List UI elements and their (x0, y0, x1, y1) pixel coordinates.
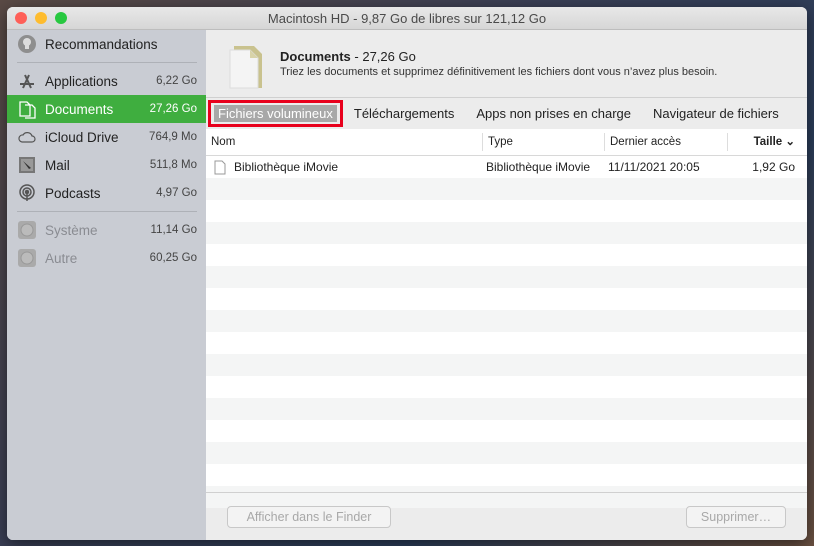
sidebar-item-mail[interactable]: Mail 511,8 Mo (7, 151, 206, 179)
lightbulb-icon (17, 34, 37, 54)
sidebar-item-recommandations[interactable]: Recommandations (7, 30, 206, 58)
empty-row (206, 310, 807, 332)
empty-row (206, 332, 807, 354)
zoom-button[interactable] (55, 12, 67, 24)
sidebar-item-applications[interactable]: Applications 6,22 Go (7, 67, 206, 95)
empty-row (206, 178, 807, 200)
divider (17, 62, 197, 63)
tab-bar: Fichiers volumineux Téléchargements Apps… (206, 98, 807, 128)
empty-row (206, 244, 807, 266)
empty-row (206, 398, 807, 420)
tab-fichiers-volumineux[interactable]: Fichiers volumineux (208, 99, 343, 127)
close-button[interactable] (15, 12, 27, 24)
window-title: Macintosh HD - 9,87 Go de libres sur 121… (267, 11, 547, 26)
tab-apps-non-prises-en-charge[interactable]: Apps non prises en charge (465, 106, 642, 121)
footer: Afficher dans le Finder Supprimer… (206, 492, 807, 540)
delete-button[interactable]: Supprimer… (686, 506, 786, 528)
show-in-finder-button[interactable]: Afficher dans le Finder (227, 506, 391, 528)
file-icon (214, 160, 226, 174)
empty-row (206, 288, 807, 310)
app-store-icon (17, 71, 37, 91)
divider (17, 211, 197, 212)
column-nom[interactable]: Nom (206, 133, 483, 151)
empty-row (206, 222, 807, 244)
empty-row (206, 442, 807, 464)
mail-icon (17, 155, 37, 175)
column-taille[interactable]: Taille ⌄ (728, 133, 807, 151)
podcasts-icon (17, 183, 37, 203)
empty-row (206, 354, 807, 376)
minimize-button[interactable] (35, 12, 47, 24)
disk-icon (17, 248, 37, 268)
disk-icon (17, 220, 37, 240)
document-icon (229, 46, 262, 89)
category-title: Documents (280, 49, 351, 64)
table-header: Nom Type Dernier accès Taille ⌄ (206, 129, 807, 156)
sidebar-item-icloud-drive[interactable]: iCloud Drive 764,9 Mo (7, 123, 206, 151)
empty-row (206, 376, 807, 398)
empty-row (206, 266, 807, 288)
category-size: - 27,26 Go (350, 49, 416, 64)
documents-icon (17, 99, 37, 119)
column-type[interactable]: Type (483, 133, 605, 151)
category-description: Triez les documents et supprimez définit… (280, 66, 718, 78)
column-dernier-acces[interactable]: Dernier accès (605, 133, 728, 151)
cloud-icon (17, 127, 37, 147)
sidebar-item-autre[interactable]: Autre 60,25 Go (7, 244, 206, 272)
tab-navigateur-de-fichiers[interactable]: Navigateur de fichiers (642, 106, 790, 121)
title-bar: Macintosh HD - 9,87 Go de libres sur 121… (7, 7, 807, 30)
files-table: Nom Type Dernier accès Taille ⌄ Biblioth… (206, 129, 807, 508)
table-body: Bibliothèque iMovie Bibliothèque iMovie … (206, 156, 807, 508)
sidebar-item-documents[interactable]: Documents 27,26 Go (7, 95, 206, 123)
storage-window: Macintosh HD - 9,87 Go de libres sur 121… (7, 7, 807, 540)
table-row[interactable]: Bibliothèque iMovie Bibliothèque iMovie … (206, 156, 807, 178)
empty-row (206, 200, 807, 222)
empty-row (206, 420, 807, 442)
empty-row (206, 464, 807, 486)
sidebar: Recommandations Applications 6,22 Go Docu… (7, 30, 206, 540)
category-header: Documents - 27,26 Go Triez les documents… (206, 30, 807, 98)
sidebar-item-systeme[interactable]: Système 11,14 Go (7, 216, 206, 244)
sidebar-item-podcasts[interactable]: Podcasts 4,97 Go (7, 179, 206, 207)
main-panel: Documents - 27,26 Go Triez les documents… (206, 30, 807, 540)
tab-telechargements[interactable]: Téléchargements (343, 106, 465, 121)
